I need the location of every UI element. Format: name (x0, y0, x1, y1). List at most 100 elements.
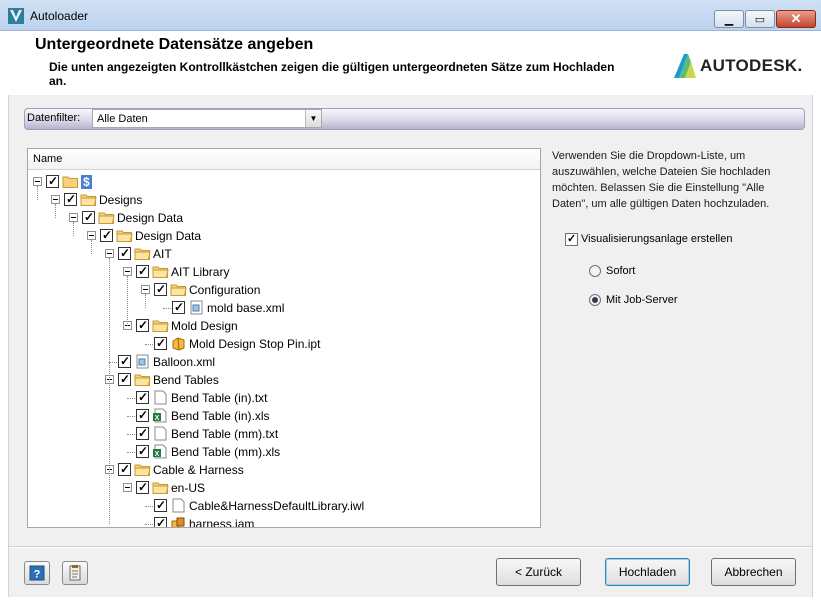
xml-file-icon (136, 354, 149, 369)
svg-text:X: X (155, 451, 160, 458)
close-icon: ✕ (790, 11, 802, 26)
tree-row-checkbox[interactable] (136, 390, 149, 404)
tree-row[interactable]: Configuration (28, 281, 540, 299)
folder-icon (170, 284, 187, 296)
folder-icon (80, 194, 97, 206)
maximize-button[interactable]: ▭ (745, 10, 775, 28)
tree-row-label: $ (81, 175, 92, 189)
tree-row[interactable]: AIT Library (28, 263, 540, 281)
tree-row-checkbox[interactable] (154, 336, 167, 350)
help-icon: ? (29, 565, 45, 581)
minimize-button[interactable]: ▁ (714, 10, 744, 28)
tree-row-checkbox[interactable] (46, 174, 59, 188)
tree-row-label: Configuration (189, 283, 261, 297)
visualization-checkbox[interactable] (565, 232, 578, 246)
clipboard-icon (69, 565, 81, 581)
tree-row-checkbox[interactable] (136, 480, 149, 494)
excel-file-icon: X (153, 444, 167, 459)
tree-row-checkbox[interactable] (100, 228, 113, 242)
tree-row[interactable]: Cable & Harness (28, 461, 540, 479)
tree-row-checkbox[interactable] (64, 192, 77, 206)
collapse-expander-icon[interactable] (105, 249, 114, 258)
tree-connector (91, 240, 92, 254)
tree-row[interactable]: X Bend Table (in).xls (28, 407, 540, 425)
tree-row[interactable]: AIT (28, 245, 540, 263)
tree-column-header[interactable]: Name (28, 149, 540, 170)
tree-row-checkbox[interactable] (136, 264, 149, 278)
part-file-icon (172, 337, 185, 351)
dropdown-arrow-icon[interactable]: ▼ (305, 110, 321, 127)
page-title: Untergeordnete Datensätze angeben (35, 36, 314, 53)
tree-row[interactable]: Bend Table (mm).txt (28, 425, 540, 443)
tree-row-checkbox[interactable] (136, 426, 149, 440)
collapse-expander-icon[interactable] (141, 285, 150, 294)
tree-row-label: Cable&HarnessDefaultLibrary.iwl (189, 499, 365, 513)
folder-icon (152, 482, 169, 494)
tree-row-checkbox[interactable] (154, 498, 167, 512)
close-button[interactable]: ✕ (776, 10, 816, 28)
tree-row-checkbox[interactable] (118, 372, 131, 386)
tree-row-checkbox[interactable] (118, 246, 131, 260)
tree-row-checkbox[interactable] (136, 444, 149, 458)
tree-row-label: Mold Design (171, 319, 238, 333)
tree-row-label: Bend Table (in).xls (171, 409, 270, 423)
tree-row-label: Design Data (117, 211, 184, 225)
tree-row[interactable]: Design Data (28, 227, 540, 245)
cancel-button[interactable]: Abbrechen (711, 558, 796, 586)
wizard-header: Untergeordnete Datensätze angeben Die un… (8, 31, 813, 95)
tree-row[interactable]: en-US (28, 479, 540, 497)
tree-row-label: Bend Tables (153, 373, 219, 387)
tree-connector (145, 506, 153, 507)
tree-row-checkbox[interactable] (82, 210, 95, 224)
tree-row-label: Balloon.xml (153, 355, 216, 369)
radio-now[interactable] (589, 265, 601, 277)
tree-connector (55, 204, 56, 218)
tree-row[interactable]: Bend Tables (28, 371, 540, 389)
tree-row-checkbox[interactable] (154, 282, 167, 296)
tree-row-checkbox[interactable] (118, 462, 131, 476)
tree-row[interactable]: Cable&HarnessDefaultLibrary.iwl (28, 497, 540, 515)
tree-row[interactable]: Designs (28, 191, 540, 209)
tree-connector (145, 294, 146, 308)
folder-icon (134, 374, 151, 386)
data-filter-dropdown[interactable]: Alle Daten ▼ (92, 109, 322, 128)
tree-row[interactable]: Mold Design (28, 317, 540, 335)
tree-row[interactable]: mold base.xml (28, 299, 540, 317)
folder-icon (152, 266, 169, 278)
tree-row[interactable]: Design Data (28, 209, 540, 227)
radio-job-server[interactable] (589, 294, 601, 306)
tree-row[interactable]: Balloon.xml (28, 353, 540, 371)
tree-row-checkbox[interactable] (154, 516, 167, 527)
help-button[interactable]: ? (24, 561, 50, 585)
tree-row-checkbox[interactable] (136, 408, 149, 422)
filter-label: Datenfilter: (27, 112, 81, 124)
tree-connector (145, 344, 153, 345)
collapse-expander-icon[interactable] (123, 483, 132, 492)
dataset-tree[interactable]: Name $ Designs Design Data Design Data AIT AI… (27, 148, 541, 528)
tree-row-checkbox[interactable] (136, 318, 149, 332)
collapse-expander-icon[interactable] (69, 213, 78, 222)
upload-button[interactable]: Hochladen (605, 558, 690, 586)
collapse-expander-icon[interactable] (123, 267, 132, 276)
tree-row-checkbox[interactable] (118, 354, 131, 368)
tree-row[interactable]: X Bend Table (mm).xls (28, 443, 540, 461)
info-text: Verwenden Sie die Dropdown-Liste, um aus… (552, 150, 771, 210)
tree-connector (163, 308, 171, 309)
root-folder-icon (62, 176, 78, 188)
tree-connector (127, 452, 135, 453)
excel-file-icon: X (153, 408, 167, 423)
tree-row-checkbox[interactable] (172, 300, 185, 314)
tree-row-label: harness.iam (189, 517, 255, 528)
tree-row-label: Designs (99, 193, 143, 207)
tree-row[interactable]: Mold Design Stop Pin.ipt (28, 335, 540, 353)
tree-row[interactable]: $ (28, 173, 540, 191)
tree-connector (127, 398, 135, 399)
back-button[interactable]: < Zurück (496, 558, 581, 586)
clipboard-button[interactable] (62, 561, 88, 585)
collapse-expander-icon[interactable] (33, 177, 42, 186)
collapse-expander-icon[interactable] (51, 195, 60, 204)
tree-row[interactable]: Bend Table (in).txt (28, 389, 540, 407)
folder-icon (134, 248, 151, 260)
tree-row[interactable]: harness.iam (28, 515, 540, 528)
collapse-expander-icon[interactable] (87, 231, 96, 240)
